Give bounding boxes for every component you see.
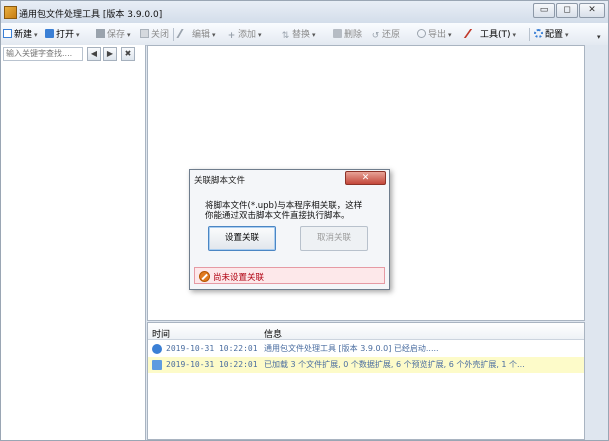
association-status-bar: 尚未设置关联 xyxy=(194,267,385,284)
column-header-time[interactable]: 时间 xyxy=(152,327,170,340)
open-label: 打开 xyxy=(56,30,75,40)
log-header: 时间 信息 xyxy=(148,323,584,340)
restore-label: 还原 xyxy=(382,30,401,40)
toolbar-separator xyxy=(173,28,174,41)
new-label: 新建 xyxy=(14,30,33,40)
new-button[interactable]: 新建 ▾ xyxy=(3,28,38,42)
info-icon xyxy=(152,344,162,354)
chevron-down-icon: ▾ xyxy=(76,31,80,39)
window-title: 通用包文件处理工具 [版本 3.9.0.0] xyxy=(19,10,163,20)
close-file-button[interactable]: 关闭 xyxy=(140,28,169,42)
save-button[interactable]: 保存 ▾ xyxy=(96,28,131,42)
warning-icon xyxy=(199,271,210,282)
chevron-down-icon: ▾ xyxy=(512,31,517,39)
chevron-down-icon: ▾ xyxy=(34,31,38,39)
close-label: 关闭 xyxy=(151,30,170,40)
associate-script-dialog: 关联脚本文件 ✕ 将脚本文件(*.upb)与本程序相关联，这样 你能通过双击脚本… xyxy=(189,169,390,290)
set-association-button[interactable]: 设置关联 xyxy=(208,226,276,251)
add-button[interactable]: + 添加 ▾ xyxy=(227,28,262,42)
chevron-down-icon: ▾ xyxy=(565,31,569,39)
search-clear-button[interactable]: ✖ xyxy=(121,47,135,61)
settings-label: 配置 xyxy=(545,30,564,40)
replace-button[interactable]: ⇅ 替换 ▾ xyxy=(281,28,316,42)
cancel-association-button[interactable]: 取消关联 xyxy=(300,226,368,251)
log-panel: 时间 信息 2019-10-31 10:22:01 通用包文件处理工具 [版本 … xyxy=(147,322,585,440)
toolbar-overflow-button[interactable]: ▾ xyxy=(597,33,601,41)
toolbar-separator xyxy=(529,28,530,41)
open-button[interactable]: 打开 ▾ xyxy=(45,28,80,42)
delete-icon xyxy=(333,29,342,38)
restore-icon: ↺ xyxy=(371,31,380,41)
file-tree-panel: ◀ ▶ ✖ xyxy=(1,45,146,440)
new-file-icon xyxy=(3,29,12,38)
delete-label: 删除 xyxy=(344,30,363,40)
log-message: 已加载 3 个文件扩展, 0 个数据扩展, 6 个预览扩展, 6 个外壳扩展, … xyxy=(264,360,525,369)
dialog-message-line2: 你能通过双击脚本文件直接执行脚本。 xyxy=(205,211,350,221)
log-time: 2019-10-31 10:22:01 xyxy=(166,344,258,353)
search-input[interactable] xyxy=(3,47,83,61)
title-bar: 通用包文件处理工具 [版本 3.9.0.0] ▭ ◻ ✕ xyxy=(1,1,608,23)
log-row[interactable]: 2019-10-31 10:22:01 已加载 3 个文件扩展, 0 个数据扩展… xyxy=(148,357,584,373)
tools-menu-button[interactable]: 工具(T) ▾ xyxy=(463,28,517,42)
settings-button[interactable]: 配置 ▾ xyxy=(534,28,569,42)
log-message: 通用包文件处理工具 [版本 3.9.0.0] 已经启动..... xyxy=(264,344,439,353)
association-status-text: 尚未设置关联 xyxy=(213,273,265,283)
save-label: 保存 xyxy=(107,30,126,40)
app-icon xyxy=(4,6,17,19)
toolbar: 新建 ▾ 打开 ▾ 保存 ▾ 关闭 编辑 ▾ + 添加 ▾ ⇅ 替换 ▾ 删除 ↺ 还原 导出 ▾ xyxy=(1,23,608,46)
search-next-button[interactable]: ▶ xyxy=(103,47,117,61)
open-folder-icon xyxy=(45,29,54,38)
message-icon xyxy=(152,360,162,370)
settings-icon xyxy=(534,29,543,38)
tools-icon xyxy=(463,29,482,38)
save-icon xyxy=(96,29,105,38)
log-time: 2019-10-31 10:22:01 xyxy=(166,360,258,369)
right-margin xyxy=(585,45,608,440)
tools-label: 工具(T) xyxy=(480,30,511,40)
dialog-close-button[interactable]: ✕ xyxy=(345,171,386,185)
log-row[interactable]: 2019-10-31 10:22:01 通用包文件处理工具 [版本 3.9.0.… xyxy=(148,341,584,357)
chevron-down-icon: ▾ xyxy=(212,31,216,39)
close-window-button[interactable]: ✕ xyxy=(579,3,605,18)
edit-icon xyxy=(176,29,193,38)
chevron-down-icon: ▾ xyxy=(127,31,131,39)
column-header-info[interactable]: 信息 xyxy=(264,327,282,340)
minimize-button[interactable]: ▭ xyxy=(533,3,555,18)
chevron-down-icon: ▾ xyxy=(448,31,452,39)
chevron-down-icon: ▾ xyxy=(312,31,316,39)
close-file-icon xyxy=(140,29,149,38)
restore-button[interactable]: ↺ 还原 xyxy=(371,28,400,42)
export-button[interactable]: 导出 ▾ xyxy=(417,28,452,42)
maximize-button[interactable]: ◻ xyxy=(556,3,578,18)
dialog-title: 关联脚本文件 xyxy=(194,176,246,186)
add-label: 添加 xyxy=(238,30,257,40)
replace-label: 替换 xyxy=(292,30,311,40)
app-window: 通用包文件处理工具 [版本 3.9.0.0] ▭ ◻ ✕ 新建 ▾ 打开 ▾ 保存 ▾… xyxy=(0,0,609,441)
chevron-down-icon: ▾ xyxy=(258,31,262,39)
replace-icon: ⇅ xyxy=(281,31,290,41)
add-icon: + xyxy=(227,31,236,41)
export-icon xyxy=(417,29,426,38)
delete-button[interactable]: 删除 xyxy=(333,28,362,42)
edit-label: 编辑 xyxy=(192,30,211,40)
search-prev-button[interactable]: ◀ xyxy=(87,47,101,61)
edit-button[interactable]: 编辑 ▾ xyxy=(176,28,216,42)
export-label: 导出 xyxy=(428,30,447,40)
